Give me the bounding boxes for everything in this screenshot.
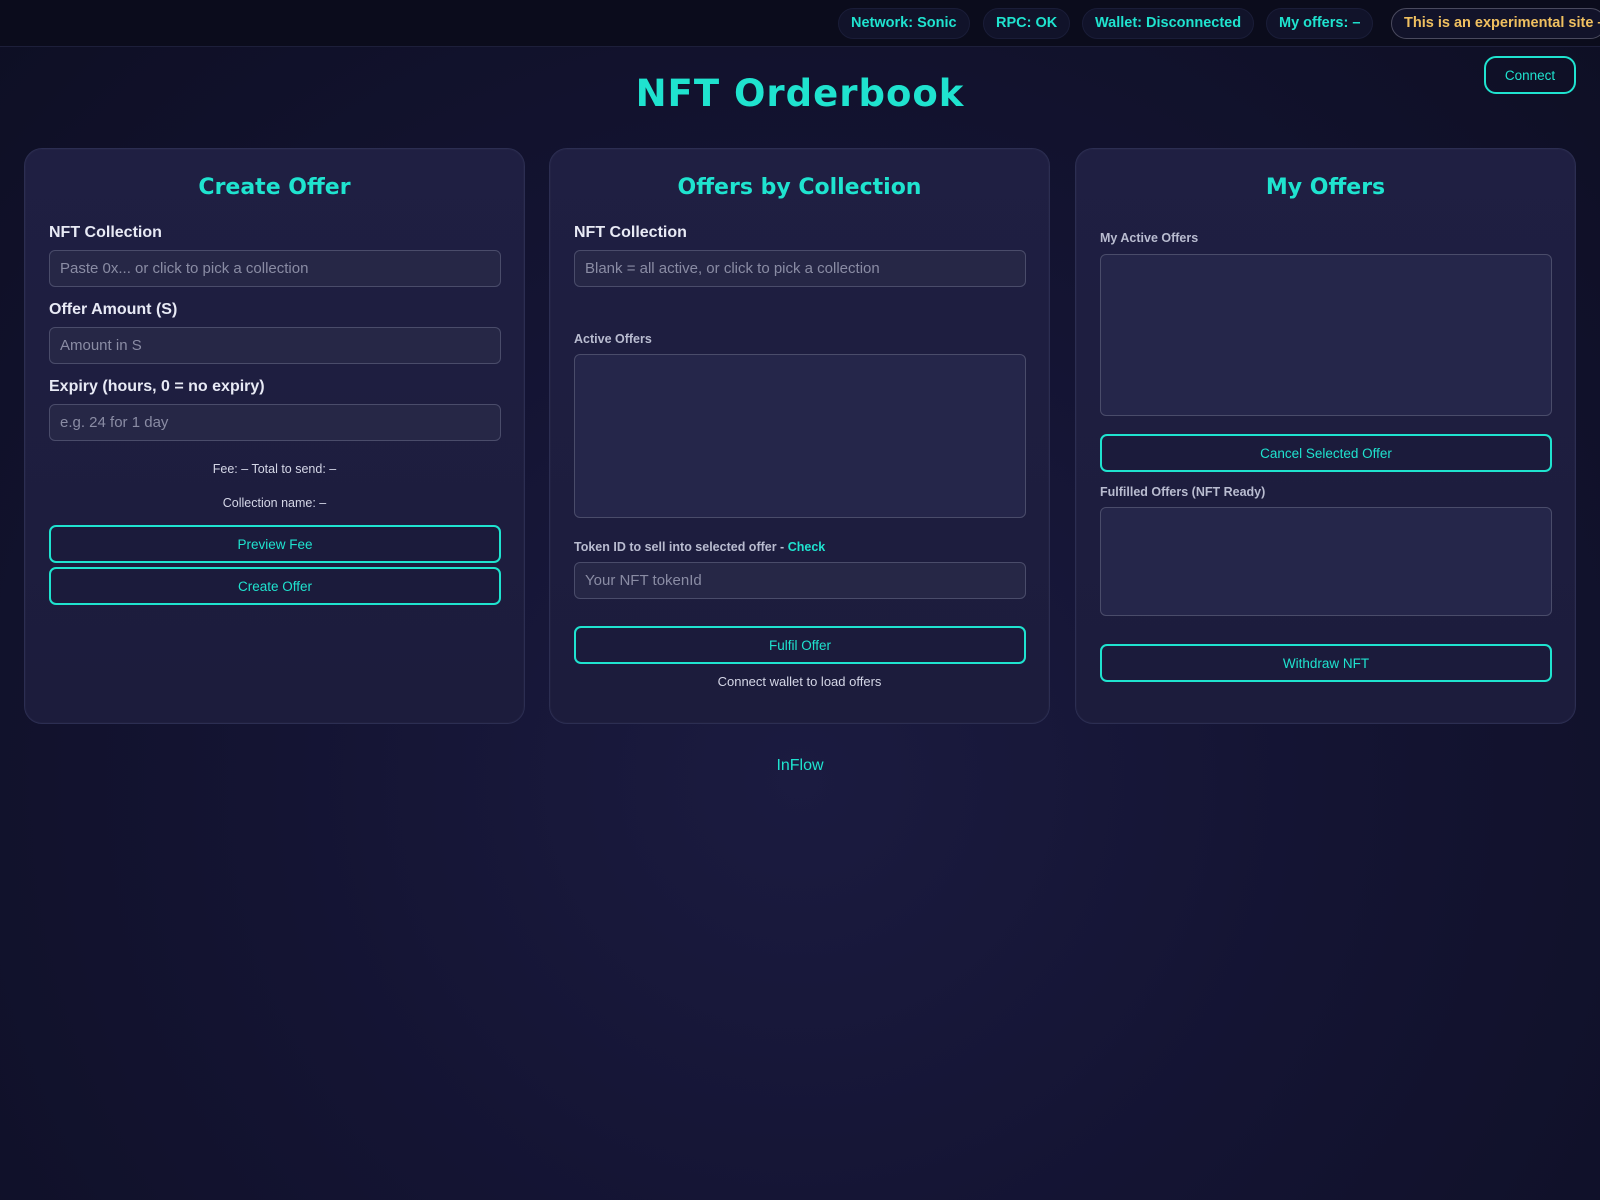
my-active-offers-list[interactable] — [1100, 254, 1552, 416]
active-offers-label: Active Offers — [574, 332, 652, 346]
my-offers-panel: My Offers My Active Offers Cancel Select… — [1075, 148, 1576, 724]
token-id-input[interactable] — [574, 562, 1026, 599]
expiry-label: Expiry (hours, 0 = no expiry) — [49, 378, 265, 395]
offer-amount-input[interactable] — [49, 327, 501, 364]
collection-filter-input[interactable] — [574, 250, 1026, 287]
network-status: Network: Sonic — [838, 8, 970, 39]
experimental-warning: This is an experimental site – — [1391, 8, 1600, 39]
withdraw-nft-button[interactable]: Withdraw NFT — [1100, 644, 1552, 682]
collection-filter-label: NFT Collection — [574, 224, 687, 241]
active-offers-list[interactable] — [574, 354, 1026, 518]
fulfilled-offers-label: Fulfilled Offers (NFT Ready) — [1100, 485, 1266, 499]
rpc-status: RPC: OK — [983, 8, 1071, 39]
my-offers-title: My Offers — [1265, 175, 1386, 200]
status-bar: Network: Sonic RPC: OK Wallet: Disconnec… — [0, 0, 1600, 47]
offer-amount-label: Offer Amount (S) — [49, 301, 178, 318]
collection-label: NFT Collection — [49, 224, 162, 241]
check-link[interactable]: Check — [788, 540, 826, 554]
cancel-selected-offer-button[interactable]: Cancel Selected Offer — [1100, 434, 1552, 472]
page-title: NFT Orderbook — [635, 72, 965, 115]
fulfilled-offers-list[interactable] — [1100, 507, 1552, 616]
fee-summary: Fee: – Total to send: – — [212, 462, 337, 476]
preview-fee-button[interactable]: Preview Fee — [49, 525, 501, 563]
offers-by-collection-title: Offers by Collection — [677, 175, 922, 200]
token-id-label: Token ID to sell into selected offer - C… — [574, 540, 825, 554]
expiry-input[interactable] — [49, 404, 501, 441]
offers-by-collection-panel: Offers by Collection NFT Collection Acti… — [549, 148, 1050, 724]
my-active-offers-label: My Active Offers — [1100, 231, 1199, 245]
create-offer-panel: Create Offer NFT Collection Offer Amount… — [24, 148, 525, 724]
token-id-label-text: Token ID to sell into selected offer - — [574, 540, 785, 554]
wallet-status: Wallet: Disconnected — [1082, 8, 1255, 39]
create-offer-button[interactable]: Create Offer — [49, 567, 501, 605]
offers-status-text: Connect wallet to load offers — [717, 674, 882, 689]
fulfil-offer-button[interactable]: Fulfil Offer — [574, 626, 1026, 664]
my-offers-count: My offers: – — [1266, 8, 1374, 39]
create-offer-title: Create Offer — [198, 175, 351, 200]
inflow-footer-link[interactable]: InFlow — [0, 757, 1600, 775]
collection-name: Collection name: – — [222, 496, 327, 510]
collection-input[interactable] — [49, 250, 501, 287]
